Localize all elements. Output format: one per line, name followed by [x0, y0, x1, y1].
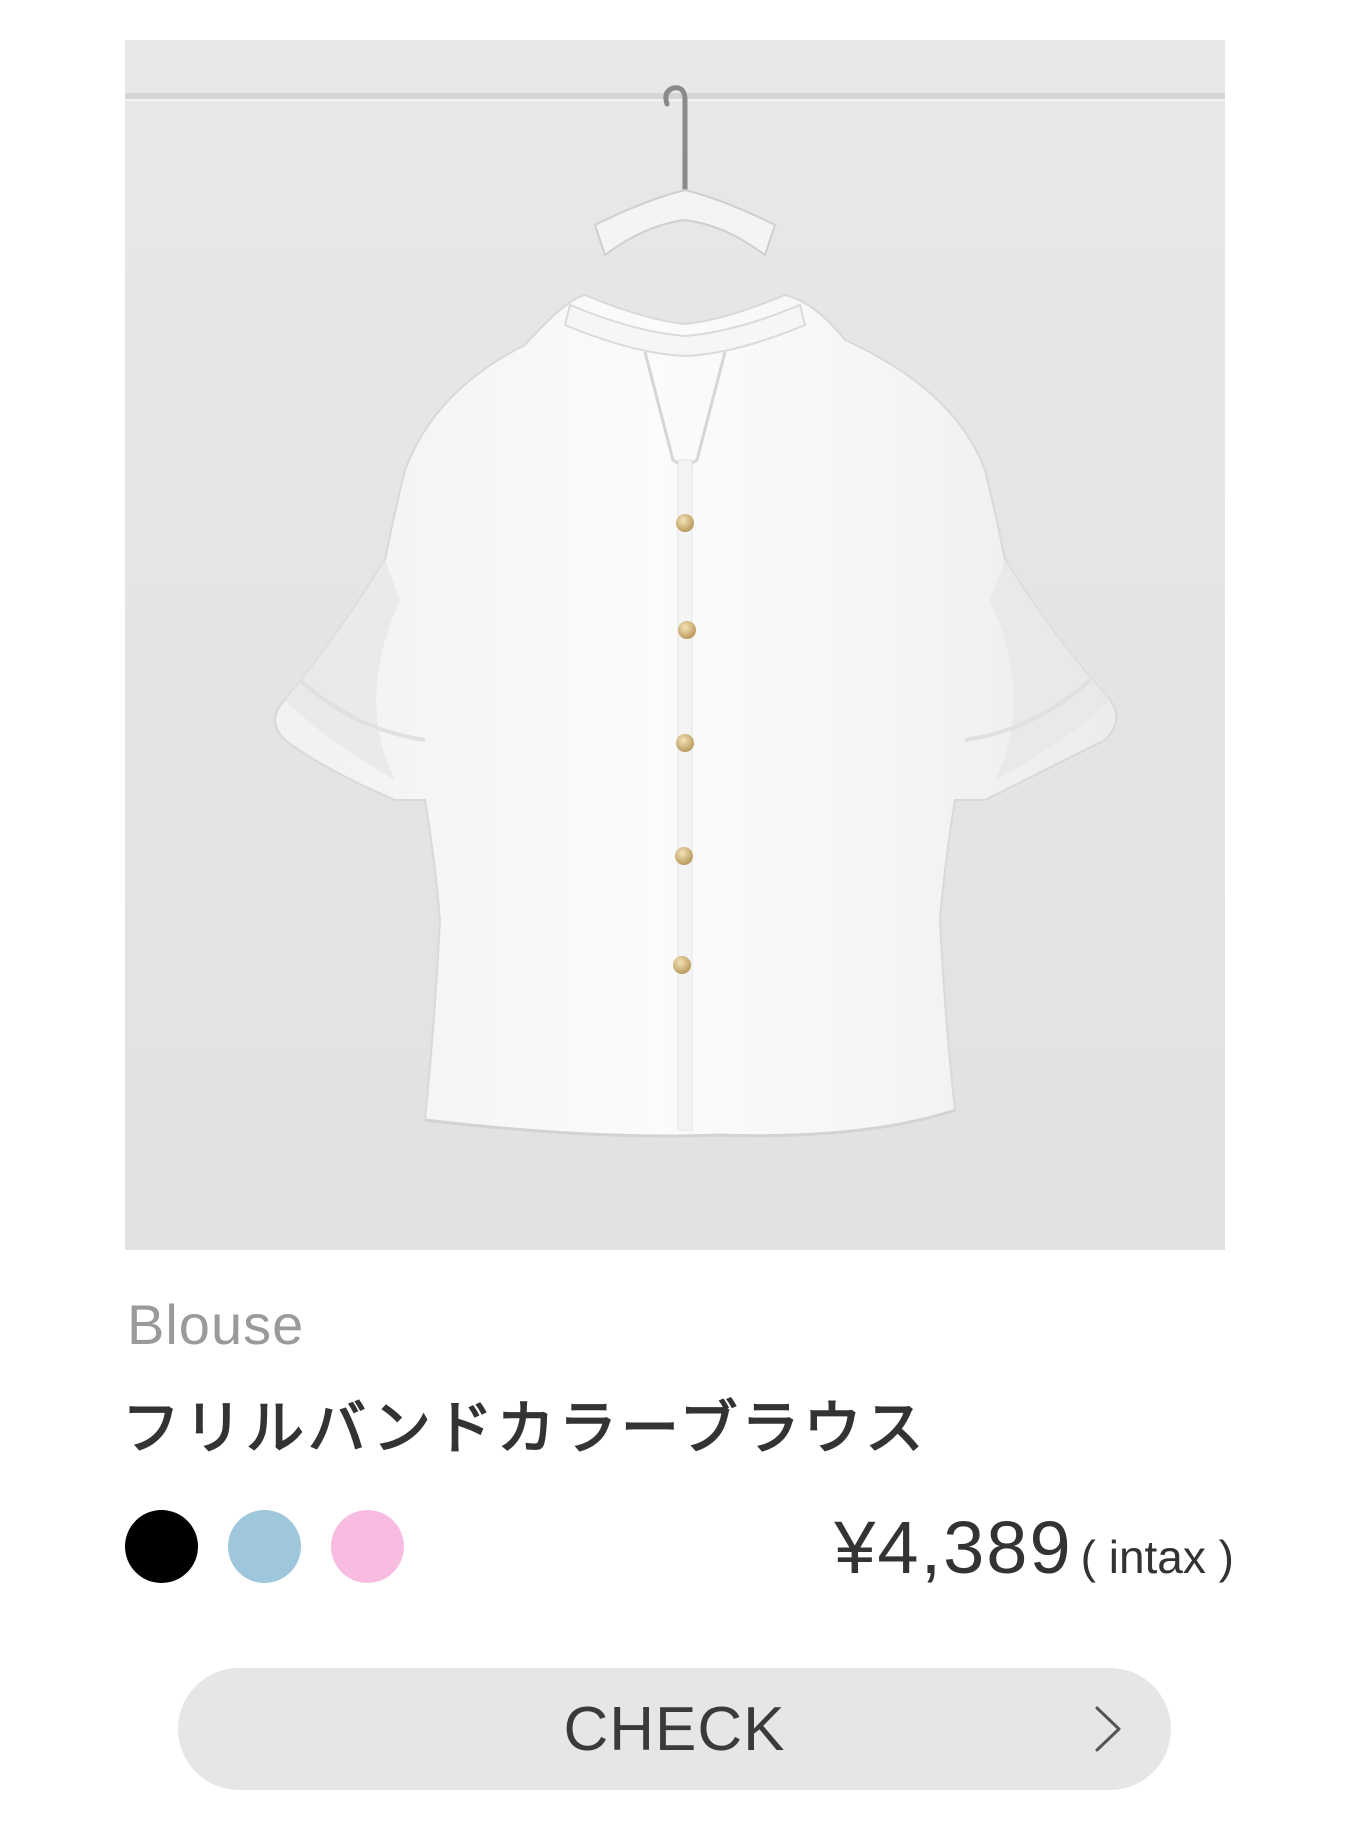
check-button[interactable]: CHECK [178, 1668, 1171, 1790]
blouse-photo [125, 85, 1225, 1138]
product-price: ¥4,389 ( intax ) [834, 1508, 1234, 1588]
color-swatch-black[interactable] [125, 1510, 198, 1583]
product-category: Blouse [127, 1293, 305, 1356]
price-tax-note: ( intax ) [1080, 1531, 1234, 1583]
price-value: ¥4,389 [834, 1506, 1073, 1589]
color-swatch-light-blue[interactable] [228, 1510, 301, 1583]
product-name[interactable]: フリルバンドカラーブラウス [122, 1390, 927, 1466]
check-button-label: CHECK [563, 1694, 786, 1764]
product-image[interactable] [125, 40, 1225, 1250]
color-swatches [125, 1510, 404, 1583]
color-swatch-pink[interactable] [331, 1510, 404, 1583]
chevron-right-icon [1095, 1706, 1121, 1752]
